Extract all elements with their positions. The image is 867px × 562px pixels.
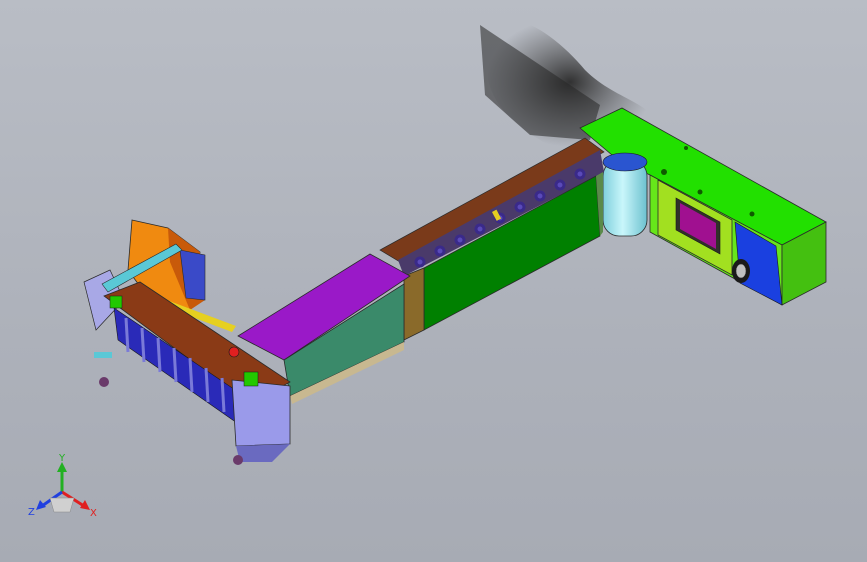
coordinate-triad-icon: Y X Z — [28, 453, 97, 519]
cyan-cylinder[interactable] — [602, 152, 648, 237]
triad-z-label: Z — [28, 507, 35, 518]
lavender-end-block — [231, 379, 291, 447]
triad-x-label: X — [90, 508, 97, 519]
conveyor-bracket — [403, 267, 425, 341]
triad-y-label: Y — [58, 453, 66, 464]
red-knob — [228, 346, 240, 358]
front-foot — [233, 455, 243, 465]
left-foot — [99, 377, 109, 387]
model-scene[interactable]: Y X Z — [0, 0, 867, 562]
graphics-viewport[interactable]: Y X Z — [0, 0, 867, 562]
conveyor-section[interactable] — [379, 137, 605, 341]
